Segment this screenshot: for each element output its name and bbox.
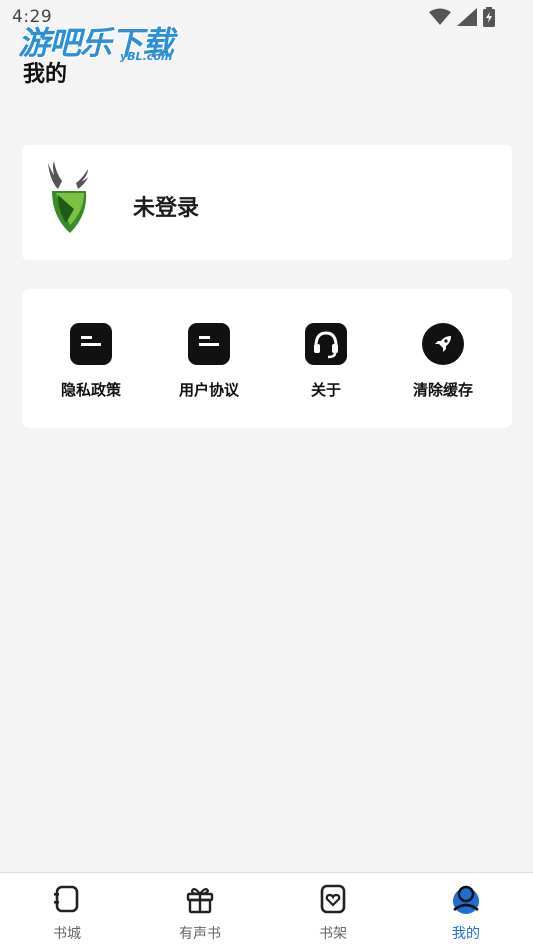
nav-item-bookshelf[interactable]: 书架 <box>283 883 383 945</box>
login-status: 未登录 <box>133 196 200 221</box>
my-page-screen: 4:29 游吧乐下载 yBL.com 我的 未登录 隐私政策 用户协议 关于 清… <box>0 0 533 948</box>
document-icon <box>70 323 112 365</box>
wifi-icon <box>429 8 451 25</box>
document-icon <box>188 323 230 365</box>
bookshelf-icon <box>320 884 346 914</box>
book-icon <box>54 885 79 913</box>
battery-icon <box>483 7 495 27</box>
nav-label: 书架 <box>319 926 347 942</box>
watermark-sub: yBL.com <box>120 50 173 63</box>
status-icons <box>429 7 495 27</box>
nav-label: 书城 <box>53 926 81 942</box>
profile-card[interactable]: 未登录 <box>22 145 512 260</box>
menu-label: 用户协议 <box>178 381 239 399</box>
headset-icon <box>305 323 347 365</box>
menu-item-user-agreement[interactable]: 用户协议 <box>149 323 269 403</box>
signal-icon <box>457 8 477 26</box>
menu-item-about[interactable]: 关于 <box>266 323 386 403</box>
nav-label: 我的 <box>452 926 480 942</box>
menu-card: 隐私政策 用户协议 关于 清除缓存 <box>22 289 512 428</box>
nav-item-audiobook[interactable]: 有声书 <box>150 883 250 945</box>
deer-logo-icon <box>48 161 88 233</box>
page-title: 我的 <box>23 62 68 87</box>
nav-item-bookstore[interactable]: 书城 <box>17 883 117 945</box>
rocket-icon <box>422 323 464 365</box>
gift-icon <box>186 887 214 914</box>
menu-item-privacy-policy[interactable]: 隐私政策 <box>31 323 151 403</box>
menu-item-clear-cache[interactable]: 清除缓存 <box>383 323 503 403</box>
user-icon <box>453 885 479 914</box>
nav-item-mine[interactable]: 我的 <box>416 883 516 945</box>
menu-label: 关于 <box>310 381 341 399</box>
menu-label: 清除缓存 <box>412 381 473 399</box>
menu-label: 隐私政策 <box>60 381 121 399</box>
bottom-nav: 书城 有声书 书架 我的 <box>0 872 533 948</box>
nav-label: 有声书 <box>179 926 221 942</box>
